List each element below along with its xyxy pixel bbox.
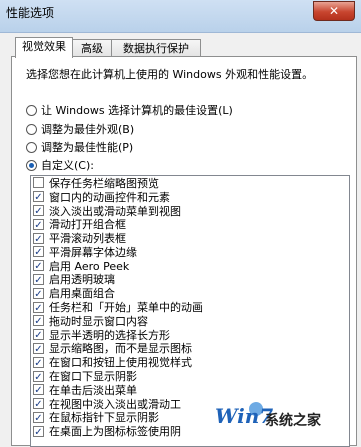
radio-circle <box>26 104 37 116</box>
checkbox[interactable]: ✓ <box>33 425 44 438</box>
effect-label: 在桌面上为图标标签使用阴 <box>49 425 181 439</box>
checkbox[interactable]: ✓ <box>33 329 44 341</box>
checkbox[interactable]: ✓ <box>33 370 44 383</box>
checkbox[interactable]: ✓ <box>33 356 44 369</box>
radio-custom[interactable]: 自定义(C): <box>26 157 94 173</box>
checkbox[interactable]: ✓ <box>33 218 44 231</box>
checkbox[interactable]: ✓ <box>33 232 44 245</box>
title-bar: 性能选项 ✕ <box>0 0 361 33</box>
radio-circle <box>26 159 37 171</box>
checkbox[interactable]: ✓ <box>33 301 44 314</box>
checkbox[interactable]: ✓ <box>33 204 44 217</box>
radio-let-windows-choose[interactable]: 让 Windows 选择计算机的最佳设置(L) <box>26 102 233 118</box>
close-icon: ✕ <box>328 4 340 18</box>
radio-circle <box>26 141 37 153</box>
radio-best-appearance[interactable]: 调整为最佳外观(B) <box>26 121 134 137</box>
close-button[interactable]: ✕ <box>313 1 355 21</box>
checkbox[interactable]: ✓ <box>33 315 44 327</box>
checkbox[interactable]: ✓ <box>33 287 44 300</box>
tab-data-execution-prevention[interactable]: 数据执行保护 <box>111 39 201 57</box>
radio-circle <box>26 123 37 135</box>
checkbox[interactable]: ✓ <box>33 398 44 410</box>
checkbox[interactable]: ✓ <box>33 246 44 258</box>
checkbox[interactable]: ✓ <box>33 342 44 355</box>
tab-advanced[interactable]: 高级 <box>72 39 112 57</box>
checkbox[interactable]: ✓ <box>33 384 44 396</box>
checkbox[interactable]: ✓ <box>33 191 44 203</box>
checkbox[interactable]: ✓ <box>33 260 44 272</box>
checkbox[interactable]: ✓ <box>33 411 44 424</box>
radio-best-performance[interactable]: 调整为最佳性能(P) <box>26 139 133 155</box>
window-title: 性能选项 <box>6 6 55 20</box>
checkbox[interactable]: ✓ <box>33 273 44 286</box>
watermark-logo: Win7 系统之家 <box>215 402 321 429</box>
description-text: 选择您想在此计算机上使用的 Windows 外观和性能设置。 <box>26 68 314 81</box>
checkbox[interactable] <box>33 177 44 189</box>
tab-visual-effects[interactable]: 视觉效果 <box>15 37 73 58</box>
